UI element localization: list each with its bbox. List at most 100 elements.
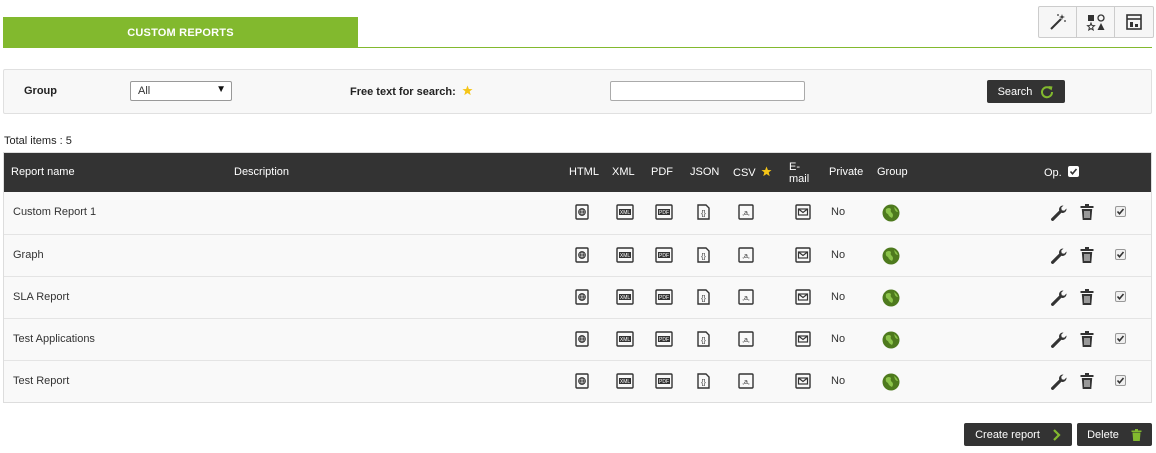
svg-text:,a,: ,a,: [742, 379, 750, 386]
trash-icon[interactable]: [1080, 331, 1094, 348]
html-export-icon[interactable]: [575, 289, 589, 305]
email-icon[interactable]: [795, 204, 811, 220]
row-checkbox[interactable]: [1115, 206, 1126, 217]
report-name-link[interactable]: Custom Report 1: [13, 206, 96, 218]
json-export-icon[interactable]: {}: [696, 331, 710, 347]
csv-export-icon[interactable]: ,a,: [738, 331, 754, 347]
report-list-button[interactable]: [1115, 7, 1153, 37]
trash-icon[interactable]: [1080, 373, 1094, 390]
star-icon: [462, 85, 473, 96]
table-row: Graph XML PDF {} ,a, No: [4, 234, 1151, 276]
table-row: Test Report XML PDF {} ,a, No: [4, 360, 1151, 402]
html-export-icon[interactable]: [575, 373, 589, 389]
wrench-icon[interactable]: [1050, 204, 1068, 222]
search-input[interactable]: [610, 81, 805, 101]
globe-icon: [882, 331, 900, 349]
private-value: No: [831, 375, 846, 387]
svg-text:{}: {}: [701, 254, 706, 261]
json-export-icon[interactable]: {}: [696, 247, 710, 263]
json-export-icon[interactable]: {}: [696, 289, 710, 305]
pdf-export-icon[interactable]: PDF: [655, 331, 673, 347]
delete-label: Delete: [1087, 428, 1119, 441]
report-name-link[interactable]: Graph: [13, 249, 44, 261]
svg-text:,a,: ,a,: [742, 253, 750, 260]
trash-icon[interactable]: [1080, 204, 1094, 221]
trash-icon[interactable]: [1080, 247, 1094, 264]
wrench-icon[interactable]: [1050, 247, 1068, 265]
col-email: E- mail: [789, 161, 810, 185]
wizard-button[interactable]: [1039, 7, 1077, 37]
private-value: No: [831, 291, 846, 303]
pdf-export-icon[interactable]: PDF: [655, 289, 673, 305]
col-private: Private: [829, 166, 864, 178]
report-name-link[interactable]: Test Report: [13, 375, 69, 387]
magic-wand-icon: [1049, 14, 1066, 30]
row-checkbox[interactable]: [1115, 249, 1126, 260]
col-pdf: PDF: [651, 166, 673, 178]
col-report-name[interactable]: Report name: [11, 166, 75, 178]
svg-text:,a,: ,a,: [742, 337, 750, 344]
report-name-link[interactable]: Test Applications: [13, 333, 95, 345]
email-icon[interactable]: [795, 247, 811, 263]
col-description[interactable]: Description: [234, 166, 289, 178]
svg-text:XML: XML: [620, 295, 631, 301]
xml-export-icon[interactable]: XML: [616, 289, 634, 305]
json-export-icon[interactable]: {}: [696, 204, 710, 220]
svg-text:PDF: PDF: [659, 337, 669, 343]
report-name-link[interactable]: SLA Report: [13, 291, 69, 303]
svg-text:PDF: PDF: [659, 295, 669, 301]
templates-button[interactable]: [1077, 7, 1115, 37]
email-icon[interactable]: [795, 289, 811, 305]
svg-text:XML: XML: [620, 379, 631, 385]
search-button[interactable]: Search: [987, 80, 1065, 103]
svg-text:PDF: PDF: [659, 253, 669, 259]
html-export-icon[interactable]: [575, 331, 589, 347]
trash-icon[interactable]: [1080, 289, 1094, 306]
private-value: No: [831, 333, 846, 345]
email-icon[interactable]: [795, 331, 811, 347]
delete-button[interactable]: Delete: [1077, 423, 1152, 446]
col-op: Op.: [1044, 166, 1079, 179]
col-csv: CSV: [733, 166, 772, 179]
private-value: No: [831, 249, 846, 261]
csv-export-icon[interactable]: ,a,: [738, 289, 754, 305]
html-export-icon[interactable]: [575, 247, 589, 263]
col-html: HTML: [569, 166, 599, 178]
xml-export-icon[interactable]: XML: [616, 373, 634, 389]
svg-text:,a,: ,a,: [742, 295, 750, 302]
search-button-label: Search: [997, 85, 1033, 98]
wrench-icon[interactable]: [1050, 289, 1068, 307]
csv-export-icon[interactable]: ,a,: [738, 247, 754, 263]
csv-export-icon[interactable]: ,a,: [738, 204, 754, 220]
html-export-icon[interactable]: [575, 204, 589, 220]
row-checkbox[interactable]: [1115, 375, 1126, 386]
xml-export-icon[interactable]: XML: [616, 331, 634, 347]
email-icon[interactable]: [795, 373, 811, 389]
row-checkbox[interactable]: [1115, 333, 1126, 344]
wrench-icon[interactable]: [1050, 331, 1068, 349]
pdf-export-icon[interactable]: PDF: [655, 247, 673, 263]
table-row: SLA Report XML PDF {} ,a, No: [4, 276, 1151, 318]
select-all-checkbox[interactable]: [1067, 166, 1079, 177]
trash-icon: [1131, 428, 1142, 441]
svg-text:{}: {}: [701, 296, 706, 303]
report-icon: [1126, 14, 1142, 30]
wrench-icon[interactable]: [1050, 373, 1068, 391]
globe-icon: [882, 373, 900, 391]
csv-export-icon[interactable]: ,a,: [738, 373, 754, 389]
search-label: Free text for search:: [350, 85, 473, 98]
group-select[interactable]: All ▼: [130, 81, 232, 101]
row-checkbox[interactable]: [1115, 291, 1126, 302]
tab-bar: CUSTOM REPORTS: [3, 17, 1152, 48]
xml-export-icon[interactable]: XML: [616, 204, 634, 220]
col-csv-label: CSV: [733, 167, 756, 179]
pdf-export-icon[interactable]: PDF: [655, 204, 673, 220]
create-report-button[interactable]: Create report: [964, 423, 1072, 446]
table-header: Report name Description HTML XML PDF JSO…: [4, 153, 1151, 192]
reports-table: Report name Description HTML XML PDF JSO…: [3, 152, 1152, 403]
xml-export-icon[interactable]: XML: [616, 247, 634, 263]
pdf-export-icon[interactable]: PDF: [655, 373, 673, 389]
tab-custom-reports[interactable]: CUSTOM REPORTS: [3, 17, 358, 48]
svg-text:{}: {}: [701, 338, 706, 345]
json-export-icon[interactable]: {}: [696, 373, 710, 389]
